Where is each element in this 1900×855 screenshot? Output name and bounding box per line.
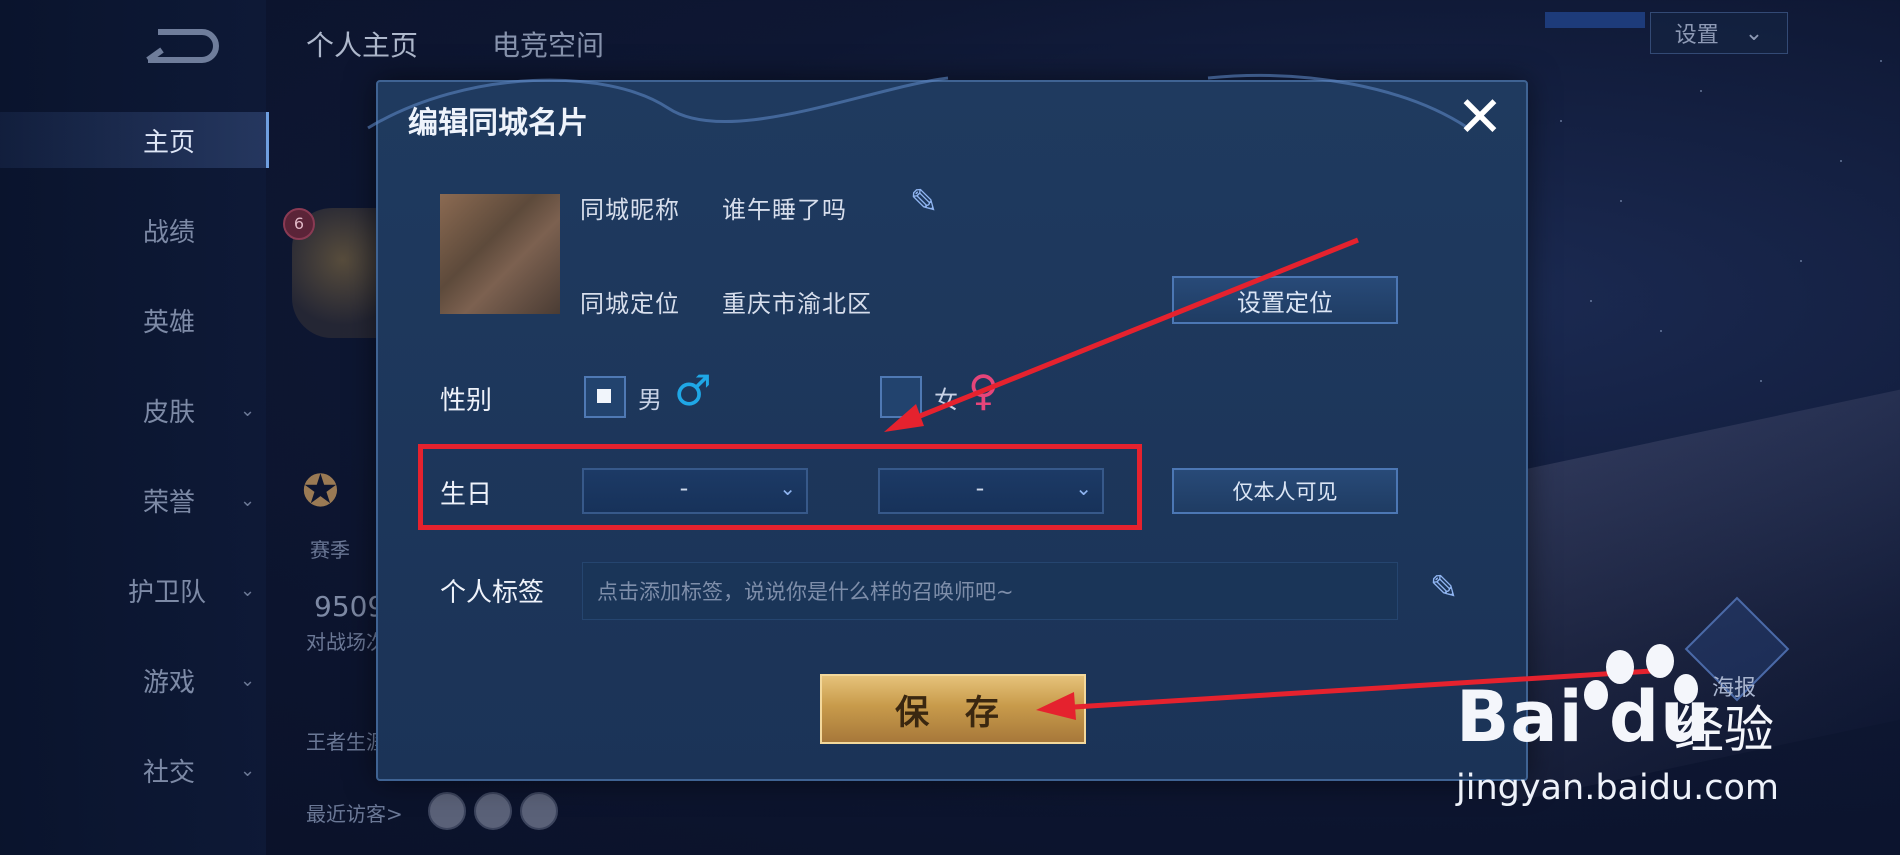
- rank-emblem-icon: ✪: [302, 466, 339, 517]
- gender-label: 性别: [440, 386, 493, 416]
- set-location-button[interactable]: 设置定位: [1172, 276, 1398, 324]
- location-value: 重庆市渝北区: [722, 290, 872, 318]
- privacy-label: 仅本人可见: [1232, 480, 1338, 504]
- visitor-avatar[interactable]: [428, 792, 466, 830]
- season-label: 赛季: [310, 538, 350, 562]
- female-checkbox[interactable]: [880, 376, 922, 418]
- sidebar-item-home[interactable]: 主页: [0, 112, 269, 168]
- location-label: 同城定位: [580, 290, 680, 318]
- tag-label: 个人标签: [440, 578, 545, 608]
- birthday-privacy-select[interactable]: 仅本人可见: [1172, 468, 1398, 514]
- sidebar-item-label: 英雄: [143, 307, 196, 338]
- paw-icon: [1646, 644, 1674, 678]
- baidu-logo-text: Bai du: [1456, 676, 1711, 758]
- chevron-down-icon: ⌄: [240, 579, 256, 601]
- back-button[interactable]: [142, 22, 220, 68]
- sidebar-item-heroes[interactable]: 英雄: [0, 292, 266, 348]
- annotation-highlight-box: [418, 444, 1142, 530]
- chevron-down-icon: ⌄: [240, 489, 256, 511]
- male-checkbox[interactable]: [584, 376, 626, 418]
- honor-label: 王者生涯: [306, 730, 386, 754]
- tab-esports[interactable]: 电竞空间: [492, 24, 604, 64]
- sidebar-item-label: 荣誉: [143, 487, 196, 518]
- visitor-avatar[interactable]: [474, 792, 512, 830]
- sidebar-item-label: 游戏: [143, 667, 196, 698]
- battle-count: 9509: [314, 590, 386, 623]
- sidebar-item-label: 皮肤: [143, 397, 196, 428]
- sidebar-item-skins[interactable]: 皮肤 ⌄: [0, 382, 266, 438]
- sidebar-item-label: 主页: [143, 127, 196, 158]
- tag-input[interactable]: 点击添加标签，说说你是什么样的召唤师吧~: [582, 562, 1398, 620]
- sidebar-item-guard[interactable]: 护卫队 ⌄: [0, 562, 266, 618]
- visitor-avatar[interactable]: [520, 792, 558, 830]
- save-button[interactable]: 保 存: [820, 674, 1086, 744]
- chevron-down-icon: ⌄: [240, 759, 256, 781]
- chevron-down-icon: ⌄: [240, 399, 256, 421]
- close-button[interactable]: ✕: [1450, 88, 1510, 148]
- edit-pencil-icon[interactable]: ✎: [1424, 568, 1464, 612]
- male-label: 男: [638, 386, 662, 414]
- baidu-watermark: Bai du 经验 jingyan.baidu.com: [1456, 644, 1806, 820]
- chevron-down-icon: ⌄: [1744, 20, 1764, 46]
- battle-label: 对战场次: [306, 630, 386, 654]
- baidu-jingyan-text: 经验: [1674, 701, 1774, 759]
- avatar: [440, 194, 560, 314]
- tag-placeholder: 点击添加标签，说说你是什么样的召唤师吧~: [597, 580, 1014, 604]
- tab-profile[interactable]: 个人主页: [306, 24, 418, 64]
- settings-label: 设置: [1674, 23, 1719, 48]
- small-badge: [1545, 12, 1645, 28]
- nickname-label: 同城昵称: [580, 196, 680, 224]
- nickname-value: 谁午睡了吗: [722, 196, 847, 224]
- chevron-down-icon: ⌄: [240, 669, 256, 691]
- sidebar-item-social[interactable]: 社交 ⌄: [0, 742, 266, 798]
- recent-visitors-link[interactable]: 最近访客>: [306, 798, 403, 827]
- sidebar-item-label: 社交: [143, 757, 196, 788]
- top-tabs: 个人主页 电竞空间: [306, 24, 604, 64]
- female-label: 女: [934, 386, 958, 414]
- sidebar-item-label: 战绩: [143, 217, 196, 248]
- sidebar-item-record[interactable]: 战绩: [0, 202, 266, 258]
- dialog-title: 编辑同城名片: [408, 106, 588, 141]
- male-symbol-icon: ♂: [674, 366, 712, 415]
- sidebar-item-label: 护卫队: [128, 577, 207, 608]
- edit-pencil-icon[interactable]: ✎: [904, 182, 944, 226]
- settings-button[interactable]: 设置 ⌄: [1650, 12, 1788, 54]
- back-arrow-icon: [146, 29, 219, 63]
- level-badge: 6: [283, 208, 315, 240]
- left-sidebar: 主页 战绩 英雄 皮肤 ⌄ 荣誉 ⌄ 护卫队 ⌄ 游戏 ⌄ 社交 ⌄: [0, 0, 269, 855]
- baidu-url-text: jingyan.baidu.com: [1456, 768, 1779, 808]
- edit-city-card-dialog: 编辑同城名片 ✕ 同城昵称 谁午睡了吗 ✎ 同城定位 重庆市渝北区 设置定位 性…: [367, 73, 1528, 781]
- sidebar-item-honor[interactable]: 荣誉 ⌄: [0, 472, 266, 528]
- female-symbol-icon: ♀: [968, 366, 999, 415]
- sidebar-item-game[interactable]: 游戏 ⌄: [0, 652, 266, 708]
